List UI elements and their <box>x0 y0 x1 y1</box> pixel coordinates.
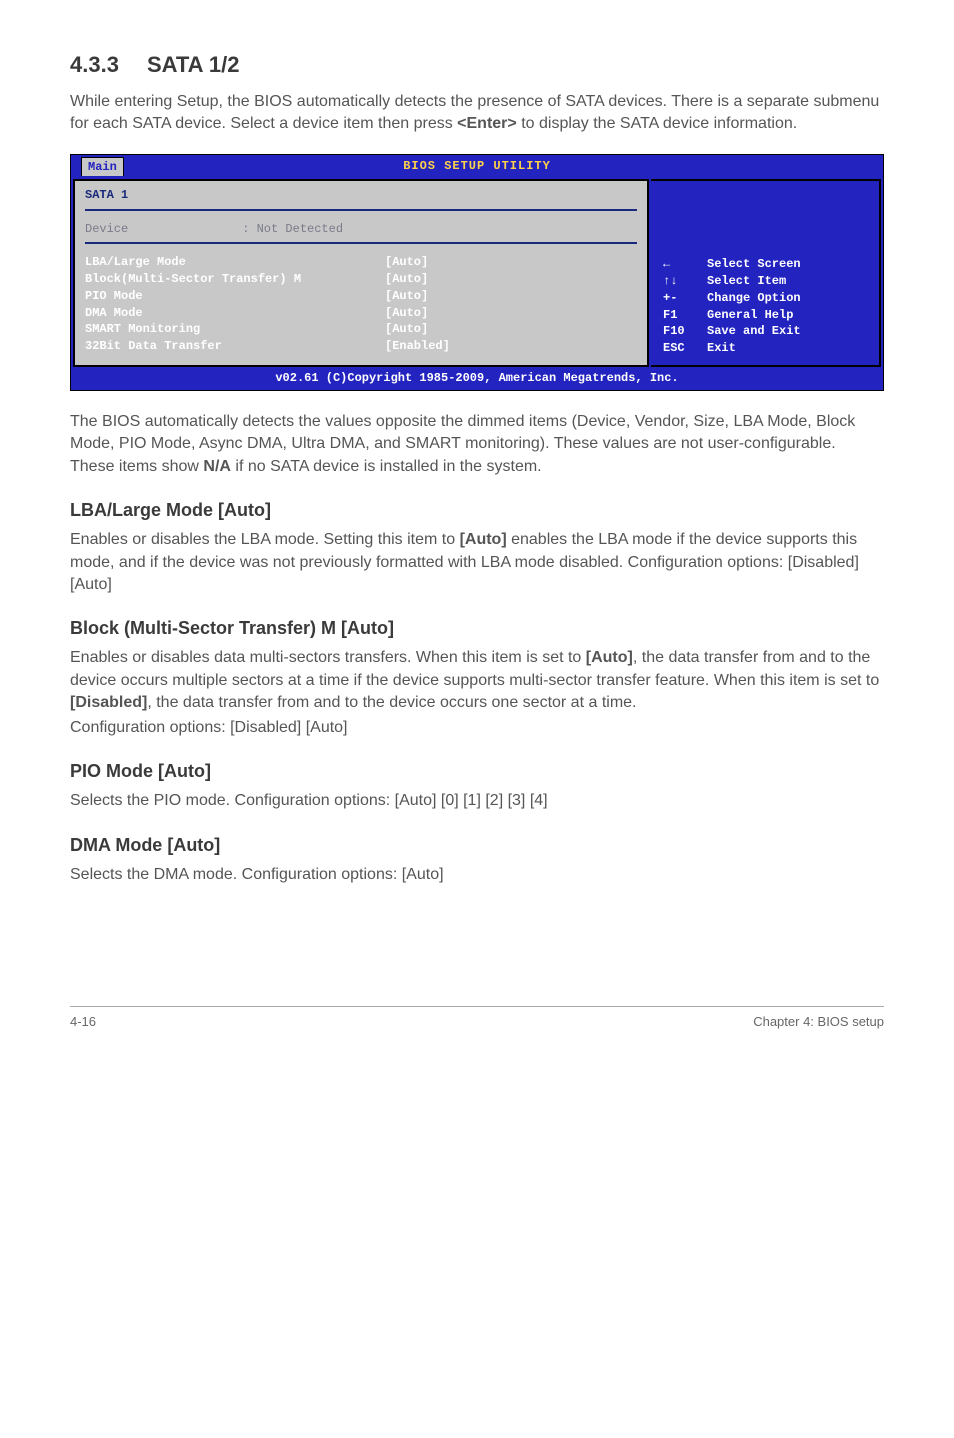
help-text: Change Option <box>707 290 801 307</box>
help-line: F10Save and Exit <box>663 323 869 340</box>
bios-device-title: SATA 1 <box>85 187 637 204</box>
sub-heading-dma: DMA Mode [Auto] <box>70 833 884 858</box>
lba-body: Enables or disables the LBA mode. Settin… <box>70 529 884 596</box>
help-key: F10 <box>663 323 707 340</box>
bios-setup-panel: BIOS SETUP UTILITY Main SATA 1 Device : … <box>70 154 884 391</box>
bios-header: BIOS SETUP UTILITY Main <box>71 155 883 177</box>
cfg-value: [Auto] <box>385 289 428 303</box>
pio-body: Selects the PIO mode. Configuration opti… <box>70 790 884 812</box>
na-bold: N/A <box>203 458 231 475</box>
lba-auto-bold: [Auto] <box>460 531 507 548</box>
dma-body: Selects the DMA mode. Configuration opti… <box>70 864 884 886</box>
post-bios-text-b: if no SATA device is installed in the sy… <box>231 458 542 475</box>
cfg-label: DMA Mode <box>85 305 385 322</box>
help-text: Select Screen <box>707 256 801 273</box>
cfg-value: [Enabled] <box>385 339 450 353</box>
bios-left-pane: SATA 1 Device : Not Detected LBA/Large M… <box>73 179 649 367</box>
divider <box>85 209 637 211</box>
section-number: 4.3.3 <box>70 50 119 81</box>
help-key: ↑↓ <box>663 273 707 290</box>
sub-heading-lba: LBA/Large Mode [Auto] <box>70 498 884 523</box>
bios-tab-main[interactable]: Main <box>81 157 124 177</box>
page-footer: 4-16 Chapter 4: BIOS setup <box>70 1006 884 1031</box>
cfg-row-lba[interactable]: LBA/Large Mode[Auto] <box>85 254 637 271</box>
cfg-row-block[interactable]: Block(Multi-Sector Transfer) M[Auto] <box>85 271 637 288</box>
help-block: ←Select Screen ↑↓Select Item +-Change Op… <box>663 256 869 357</box>
cfg-value: [Auto] <box>385 255 428 269</box>
cfg-label: Block(Multi-Sector Transfer) M <box>85 271 385 288</box>
intro-paragraph: While entering Setup, the BIOS automatic… <box>70 91 884 136</box>
cfg-value: [Auto] <box>385 306 428 320</box>
bios-right-pane: ←Select Screen ↑↓Select Item +-Change Op… <box>651 179 881 367</box>
device-label: Device <box>85 221 235 238</box>
help-text: Save and Exit <box>707 323 801 340</box>
help-text: General Help <box>707 307 793 324</box>
help-key: ESC <box>663 340 707 357</box>
bios-header-title: BIOS SETUP UTILITY <box>71 158 883 175</box>
post-bios-paragraph: The BIOS automatically detects the value… <box>70 411 884 478</box>
help-line: ←Select Screen <box>663 256 869 273</box>
help-line: ESCExit <box>663 340 869 357</box>
device-sep: : <box>242 222 249 236</box>
cfg-row-32bit[interactable]: 32Bit Data Transfer[Enabled] <box>85 338 637 355</box>
block-body: Enables or disables data multi-sectors t… <box>70 647 884 714</box>
cfg-row-pio[interactable]: PIO Mode[Auto] <box>85 288 637 305</box>
cfg-row-smart[interactable]: SMART Monitoring[Auto] <box>85 321 637 338</box>
block-disabled-bold: [Disabled] <box>70 694 147 711</box>
cfg-label: SMART Monitoring <box>85 321 385 338</box>
help-line: ↑↓Select Item <box>663 273 869 290</box>
help-key: F1 <box>663 307 707 324</box>
help-key: +- <box>663 290 707 307</box>
sub-heading-pio: PIO Mode [Auto] <box>70 759 884 784</box>
cfg-value: [Auto] <box>385 272 428 286</box>
footer-page-number: 4-16 <box>70 1013 96 1031</box>
section-title-text: SATA 1/2 <box>147 52 240 77</box>
footer-chapter: Chapter 4: BIOS setup <box>753 1013 884 1031</box>
bios-footer: v02.61 (C)Copyright 1985-2009, American … <box>71 369 883 390</box>
device-value: Not Detected <box>257 222 343 236</box>
help-text: Exit <box>707 340 736 357</box>
section-title: 4.3.3 SATA 1/2 <box>70 50 884 81</box>
block-body-a: Enables or disables data multi-sectors t… <box>70 649 586 666</box>
device-row: Device : Not Detected <box>85 221 637 238</box>
divider <box>85 242 637 244</box>
help-line: +-Change Option <box>663 290 869 307</box>
help-key: ← <box>663 256 707 273</box>
enter-key-label: <Enter> <box>457 115 517 132</box>
cfg-value: [Auto] <box>385 322 428 336</box>
help-line: F1General Help <box>663 307 869 324</box>
cfg-label: PIO Mode <box>85 288 385 305</box>
block-auto-bold: [Auto] <box>586 649 633 666</box>
help-text: Select Item <box>707 273 786 290</box>
lba-body-a: Enables or disables the LBA mode. Settin… <box>70 531 460 548</box>
block-body-d: Configuration options: [Disabled] [Auto] <box>70 717 884 739</box>
intro-text-b: to display the SATA device information. <box>517 115 797 132</box>
cfg-label: LBA/Large Mode <box>85 254 385 271</box>
sub-heading-block: Block (Multi-Sector Transfer) M [Auto] <box>70 616 884 641</box>
block-body-c: , the data transfer from and to the devi… <box>147 694 636 711</box>
cfg-label: 32Bit Data Transfer <box>85 338 385 355</box>
cfg-row-dma[interactable]: DMA Mode[Auto] <box>85 305 637 322</box>
